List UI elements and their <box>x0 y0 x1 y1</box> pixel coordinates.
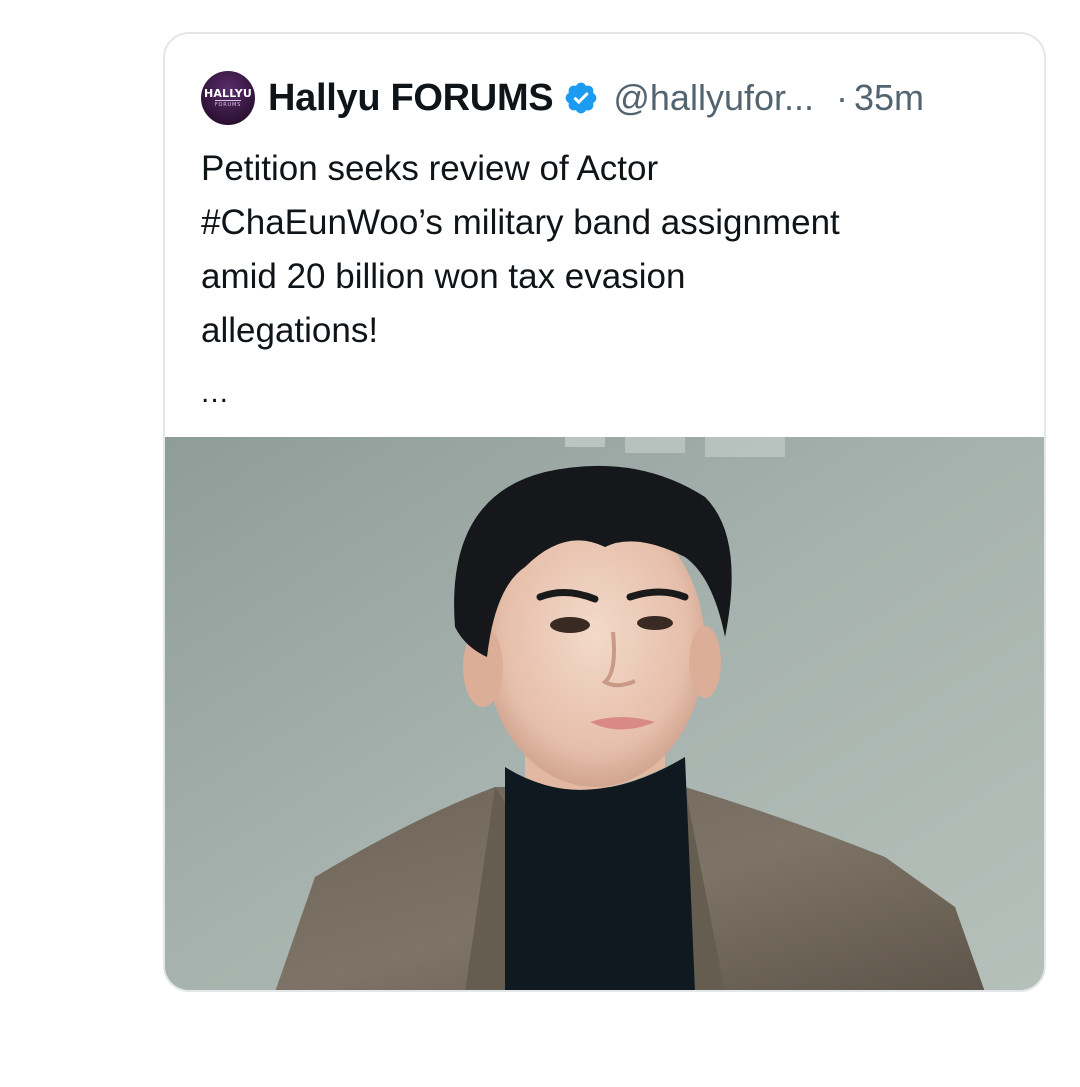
text-truncation-ellipsis: ... <box>201 376 230 409</box>
tweet-text-line: Petition seeks review of Actor <box>201 149 659 188</box>
tweet-header: HALLYU FORUMS Hallyu FORUMS @hallyufor..… <box>201 70 924 126</box>
tweet-media-photo[interactable] <box>165 437 1044 990</box>
avatar-logo-subtext: FORUMS <box>214 100 242 108</box>
tweet-text-line: allegations! <box>201 311 379 350</box>
author-handle[interactable]: @hallyufor... <box>613 77 814 119</box>
quoted-tweet-card[interactable]: HALLYU FORUMS Hallyu FORUMS @hallyufor..… <box>163 32 1046 992</box>
avatar-logo-text: HALLYU <box>203 87 253 100</box>
photo-of-person-icon <box>165 437 1044 990</box>
tweet-timestamp[interactable]: 35m <box>854 77 924 119</box>
author-display-name[interactable]: Hallyu FORUMS <box>268 77 554 120</box>
tweet-text-line: #ChaEunWoo’s military band assignment <box>201 203 840 242</box>
avatar[interactable]: HALLYU FORUMS <box>201 71 255 125</box>
meta-separator: · <box>836 77 848 118</box>
tweet-text: Petition seeks review of Actor #ChaEunWo… <box>201 142 1021 358</box>
verified-badge-icon <box>565 82 597 114</box>
tweet-text-line: amid 20 billion won tax evasion <box>201 257 686 296</box>
